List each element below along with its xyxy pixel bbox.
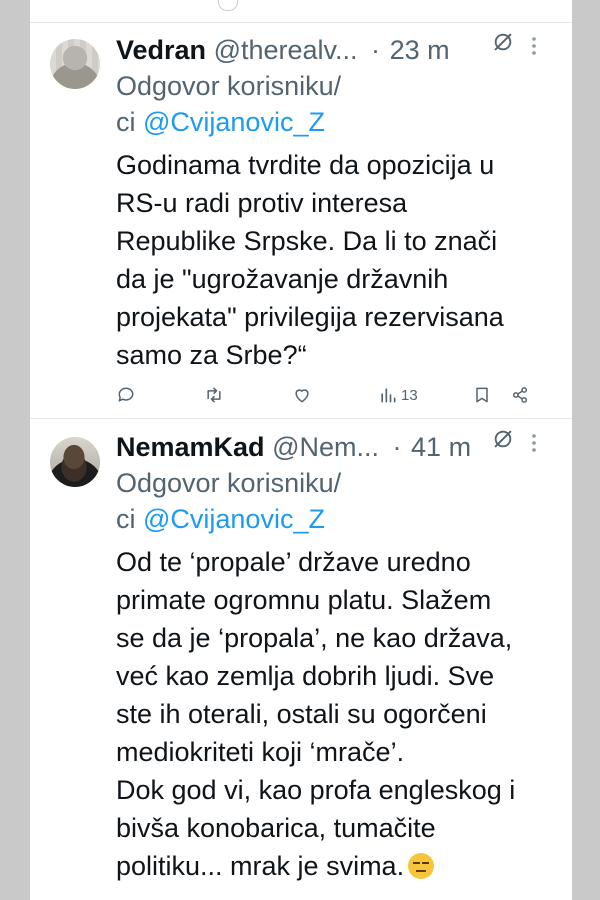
replying-to-ci: ci — [116, 107, 143, 137]
views-icon — [381, 388, 396, 403]
tweet-text-line: projekata" privilegija rezervisana — [116, 302, 504, 332]
tweet-text-line: bivša konobarica, tumačite — [116, 813, 436, 843]
mention-link[interactable]: @Cvijanovic_Z — [143, 107, 325, 137]
tweet-text-line: se da je ‘propala’, ne kao država, — [116, 623, 513, 653]
like-icon — [295, 389, 309, 403]
avatar[interactable] — [50, 39, 100, 89]
views-count: 13 — [401, 386, 418, 404]
grok-icon[interactable] — [492, 31, 514, 53]
previous-tweet-edge — [30, 0, 572, 23]
tweet-text-line: RS-u radi protiv interesa — [116, 188, 408, 218]
reply-button[interactable] — [116, 384, 136, 406]
tweet-text-line: Republike Srpske. Da li to znači — [116, 226, 498, 256]
timestamp[interactable]: 23 m — [390, 35, 450, 65]
display-name[interactable]: Vedran — [116, 35, 206, 65]
grok-icon[interactable] — [492, 428, 514, 450]
replying-to-ci: ci — [116, 504, 143, 534]
replying-to-label: Odgovor korisniku/ — [116, 468, 342, 498]
tweet-text-line: ste ih oterali, ostali su ogorčeni — [116, 699, 487, 729]
bookmark-icon — [476, 387, 488, 403]
reply-icon — [118, 387, 134, 402]
timeline: Vedran @therealv... · 23 m Odgovor koris… — [30, 0, 572, 900]
tweet-text: Godinama tvrdite da opozicija u RS-u rad… — [116, 146, 556, 374]
avatar[interactable] — [50, 437, 100, 487]
share-icon — [512, 387, 528, 403]
tweet-text-line: Od te ‘propale’ države uredno — [116, 547, 471, 577]
replying-to-label: Odgovor korisniku/ — [116, 71, 342, 101]
user-handle[interactable]: @therealv... — [214, 35, 358, 65]
tweet-text-line: samo za Srbe?“ — [116, 340, 307, 370]
tweet[interactable]: Vedran @therealv... · 23 m Odgovor koris… — [30, 22, 572, 419]
action-bar: 13 — [116, 382, 556, 410]
tweet-text-line-last: politiku... mrak je svima. — [116, 847, 556, 885]
expressionless-face-emoji-icon — [408, 853, 435, 879]
tweet-text-line: politiku... mrak je svima. — [116, 851, 405, 881]
tweet-text-line: Dok god vi, kao profa engleskog i — [116, 775, 516, 805]
user-handle[interactable]: @Nem... — [272, 432, 379, 462]
retweet-icon — [207, 387, 221, 403]
mention-link[interactable]: @Cvijanovic_Z — [143, 504, 325, 534]
tweet-text-line: već kao zemlja dobrih ljudi. Sve — [116, 661, 495, 691]
replying-to: Odgovor korisniku/ ci @Cvijanovic_Z — [116, 465, 536, 537]
tweet-text-line: Godinama tvrdite da opozicija u — [116, 150, 495, 180]
like-button[interactable] — [292, 384, 312, 406]
tweet-text: Od te ‘propale’ države uredno primate og… — [116, 543, 556, 885]
separator: · — [371, 35, 381, 65]
tweet-text-line: primate ogromnu platu. Slažem — [116, 585, 492, 615]
timestamp[interactable]: 41 m — [411, 432, 471, 462]
replying-to: Odgovor korisniku/ ci @Cvijanovic_Z — [116, 68, 536, 140]
separator: · — [392, 432, 402, 462]
bookmark-button[interactable] — [472, 384, 492, 406]
retweet-button[interactable] — [204, 384, 224, 406]
tweet-text-line: da je "ugrožavanje državnih — [116, 264, 449, 294]
tweet-text-line: mediokriteti koji ‘mrače’. — [116, 737, 405, 767]
previous-tweet-action-icon[interactable] — [218, 0, 238, 11]
display-name[interactable]: NemamKad — [116, 432, 265, 462]
more-options-icon[interactable] — [530, 36, 538, 56]
more-options-icon[interactable] — [530, 433, 538, 453]
share-button[interactable] — [510, 384, 530, 406]
tweet[interactable]: NemamKad @Nem... · 41 m Odgovor korisnik… — [30, 419, 572, 900]
views-button[interactable]: 13 — [378, 384, 418, 406]
